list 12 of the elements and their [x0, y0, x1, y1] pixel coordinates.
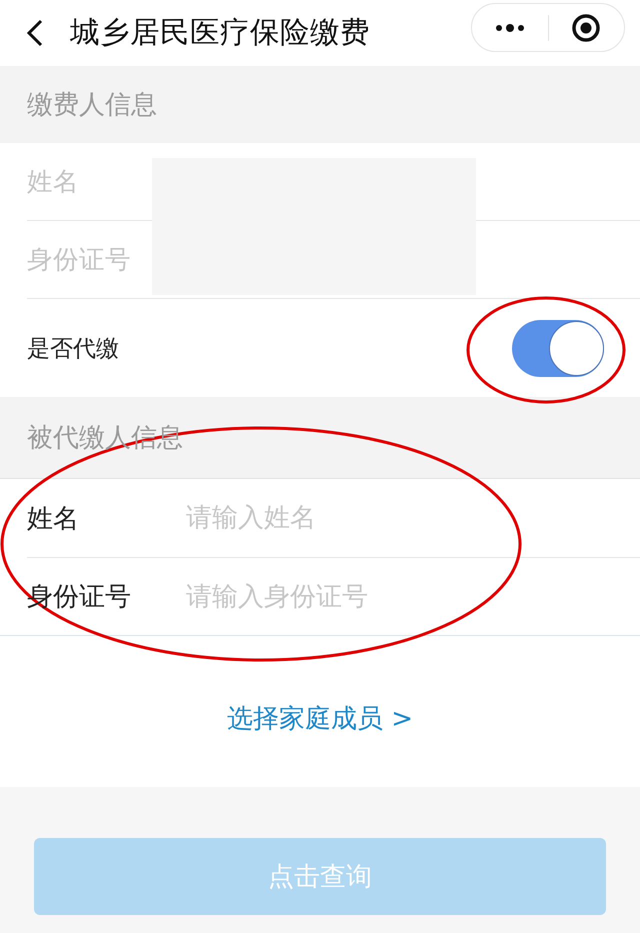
field-label: 姓名 [27, 502, 80, 536]
toggle-label: 是否代缴 [27, 334, 119, 364]
field-label: 姓名 [27, 166, 79, 199]
section-heading: 缴费人信息 [27, 89, 157, 122]
field-label: 身份证号 [27, 244, 131, 277]
more-icon[interactable] [494, 24, 525, 32]
family-member-link[interactable]: 选择家庭成员 > [226, 701, 414, 736]
input-field[interactable]: 请输入身份证号 [186, 572, 620, 622]
target-icon[interactable] [572, 14, 600, 42]
toggle-switch[interactable] [512, 320, 604, 376]
page-title: 城乡居民医疗保险缴费 [70, 14, 370, 51]
input-field[interactable]: 请输入姓名 [186, 493, 620, 543]
